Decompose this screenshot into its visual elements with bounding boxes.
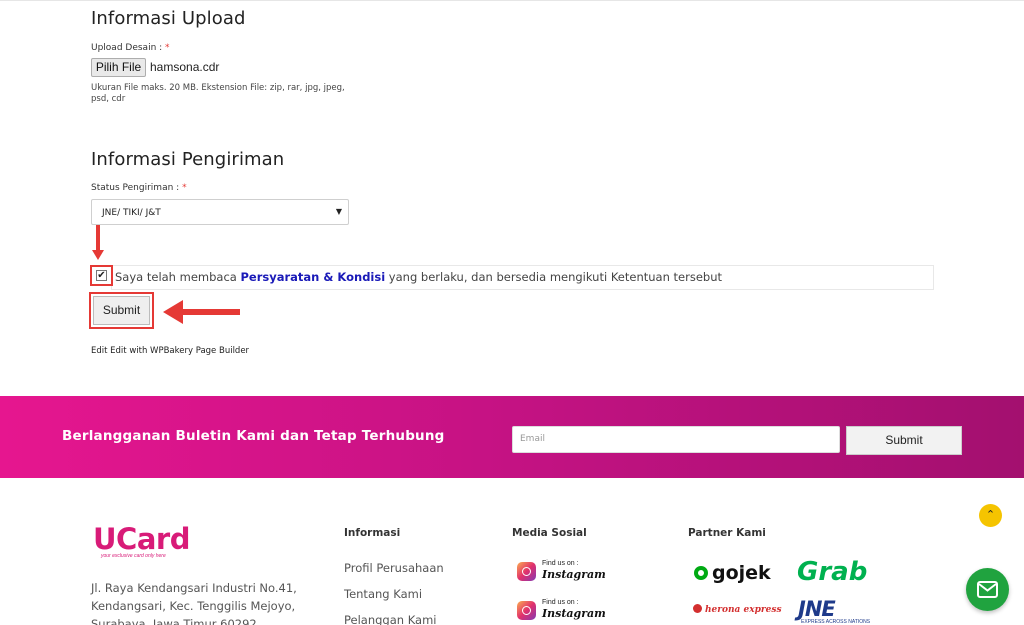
gojek-icon [694,566,708,580]
agreement-text-after: yang berlaku, dan bersedia mengikuti Ket… [385,270,723,284]
required-mark: * [165,43,170,53]
company-address: Jl. Raya Kendangsari Industri No.41, Ken… [91,581,297,625]
submit-button[interactable]: Submit [93,296,150,325]
instagram-icon [517,562,536,581]
jne-logo: JNE [798,597,836,621]
shipping-label-text: Status Pengiriman : [91,183,180,193]
gojek-text: gojek [712,562,771,584]
caret-down-icon: ▼ [335,207,342,216]
grab-logo: Grab [797,557,868,587]
instagram-label: Instagram [542,607,606,620]
jne-tagline: EXPRESS ACROSS NATIONS [801,619,871,625]
upload-hint: Ukuran File maks. 20 MB. Ekstension File… [91,83,345,104]
shipping-status-select[interactable]: JNE/ TIKI/ J&T ▼ [91,199,349,225]
annotation-arrow-left-icon [163,300,183,324]
chat-button[interactable] [966,568,1009,611]
newsletter-title: Berlangganan Buletin Kami dan Tetap Terh… [62,428,445,444]
agreement-text: Saya telah membaca Persyaratan & Kondisi… [115,270,722,284]
agreement-text-before: Saya telah membaca [115,270,241,284]
upload-label: Upload Desain : * [91,43,170,53]
annotation-arrow-down-icon [92,250,104,260]
logo-tagline: your exclusive card only here [101,553,166,559]
annotation-arrow-down-shaft [96,225,100,253]
required-mark: * [182,183,187,193]
herona-express-logo: herona express [693,604,782,615]
choose-file-button[interactable]: Pilih File [91,58,146,77]
agreement-checkbox[interactable]: ✔ [96,270,107,281]
annotation-arrow-left-shaft [182,309,240,315]
newsletter-submit-button[interactable]: Submit [846,426,962,455]
edit-page-builder-link[interactable]: Edit Edit with WPBakery Page Builder [91,346,249,356]
selected-file-name: hamsona.cdr [150,60,220,74]
ucard-logo[interactable]: UCard [93,522,190,556]
shipping-label: Status Pengiriman : * [91,183,187,193]
herona-text: herona express [705,605,782,615]
shipping-section-title: Informasi Pengiriman [91,149,285,170]
mail-icon [977,581,998,598]
instagram-icon [517,601,536,620]
instagram-link[interactable]: Find us on : Instagram [517,599,606,623]
instagram-link[interactable]: Find us on : Instagram [517,560,606,584]
upload-section-title: Informasi Upload [91,8,246,29]
instagram-label: Instagram [542,568,606,581]
top-divider [0,0,1024,1]
upload-label-text: Upload Desain : [91,43,163,53]
herona-icon [693,604,702,613]
terms-link[interactable]: Persyaratan & Kondisi [240,270,385,284]
footer-link-pelanggan[interactable]: Pelanggan Kami [344,613,437,625]
instagram-find-text: Find us on : [542,560,579,567]
info-heading: Informasi [344,527,401,539]
footer-link-profil[interactable]: Profil Perusahaan [344,561,444,575]
social-heading: Media Sosial [512,527,587,539]
newsletter-email-input[interactable]: Email [512,426,840,453]
chevron-up-icon: ⌃ [985,509,996,521]
partner-heading: Partner Kami [688,527,766,539]
gojek-logo: gojek [694,562,771,584]
instagram-find-text: Find us on : [542,599,579,606]
footer-link-tentang[interactable]: Tentang Kami [344,587,422,601]
shipping-status-value: JNE/ TIKI/ J&T [102,208,161,218]
scroll-top-button[interactable]: ⌃ [979,504,1002,527]
